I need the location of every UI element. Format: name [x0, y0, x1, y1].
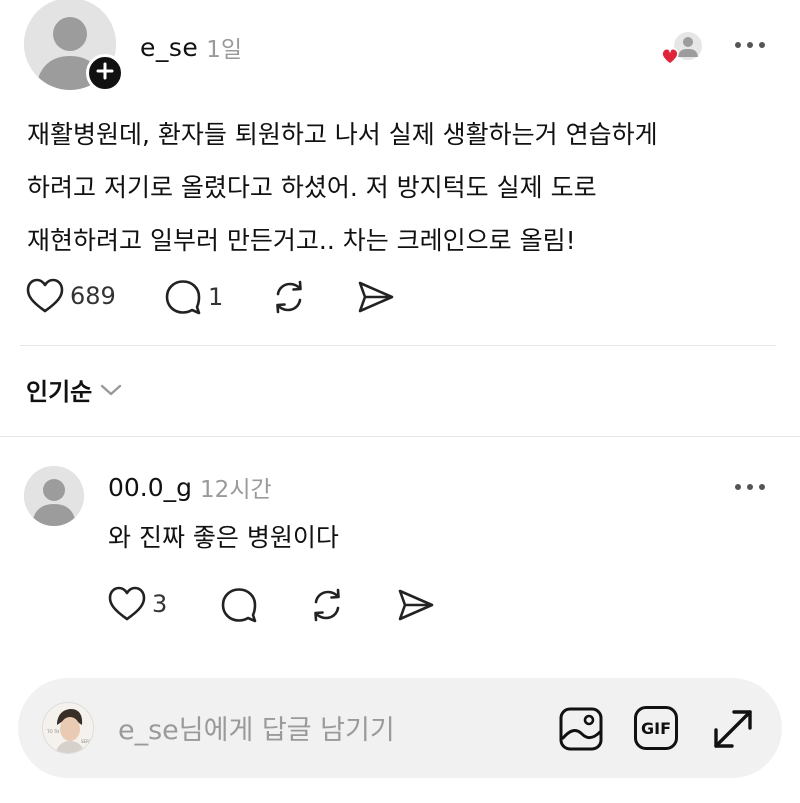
reply-input[interactable]: e_se님에게 답글 남기기	[118, 708, 395, 747]
comment-repost-button[interactable]	[308, 586, 346, 624]
post-divider	[20, 345, 776, 346]
image-attach-button[interactable]	[558, 706, 604, 752]
comment-share-button[interactable]	[396, 586, 436, 624]
post-time: 1일	[206, 37, 243, 63]
post-like-count: 689	[70, 282, 116, 310]
post-repost-button[interactable]	[270, 278, 308, 316]
post-comment-count: 1	[208, 283, 224, 311]
svg-text:TO TH: TO TH	[46, 729, 59, 734]
comment-like-count: 3	[152, 590, 168, 618]
comment-author-avatar[interactable]	[24, 466, 84, 526]
post-comment-button[interactable]: 1	[164, 278, 223, 316]
reply-bar[interactable]: TO TH SERA e_se님에게 답글 남기기 GIF	[18, 678, 782, 778]
follow-button[interactable]	[86, 54, 124, 92]
more-dots-icon	[735, 484, 765, 490]
post-body: 재활병원데, 환자들 퇴원하고 나서 실제 생활하는거 연습하게 하려고 저기로…	[27, 108, 767, 267]
expand-button[interactable]	[710, 706, 756, 752]
gif-icon: GIF	[640, 718, 671, 738]
post-body-line: 하려고 저기로 올렸다고 하셨어. 저 방지턱도 실제 도로	[27, 173, 597, 202]
comment-time: 12시간	[200, 477, 272, 503]
comment-like-button[interactable]: 3	[108, 586, 167, 622]
more-dots-icon	[735, 42, 765, 48]
heart-avatar-icon	[661, 48, 679, 65]
post-username[interactable]: e_se	[140, 33, 198, 62]
post-share-button[interactable]	[356, 278, 396, 316]
post-more-button[interactable]	[732, 36, 768, 55]
comment-reply-button[interactable]	[220, 586, 258, 624]
comment-more-button[interactable]	[732, 478, 768, 497]
send-icon	[398, 589, 434, 621]
post-like-button[interactable]: 689	[26, 278, 116, 314]
repost-icon	[276, 280, 302, 314]
chevron-down-icon	[100, 383, 122, 397]
expand-icon	[714, 710, 752, 748]
heart-icon	[108, 586, 146, 621]
comment-text: 와 진짜 좋은 병원이다	[108, 523, 339, 552]
section-divider	[0, 436, 800, 437]
post-body-line: 재활병원데, 환자들 퇴원하고 나서 실제 생활하는거 연습하게	[27, 120, 658, 149]
image-icon	[559, 707, 603, 751]
comment-bubble-icon	[165, 280, 201, 315]
sort-dropdown[interactable]: 인기순	[26, 372, 122, 407]
plus-icon	[96, 62, 114, 84]
repost-icon	[314, 588, 340, 622]
post-body-line: 재현하려고 일부러 만든거고.. 차는 크레인으로 올림!	[27, 226, 576, 255]
comment-username[interactable]: 00.0_g	[108, 473, 192, 502]
comment-bubble-icon	[221, 588, 257, 623]
author-liked-badge	[660, 30, 706, 70]
svg-text:SERA: SERA	[81, 739, 92, 744]
heart-icon	[26, 278, 64, 313]
current-user-avatar: TO TH SERA	[42, 702, 94, 754]
send-icon	[358, 281, 394, 313]
gif-button[interactable]: GIF	[634, 706, 678, 750]
sort-label: 인기순	[26, 378, 93, 406]
